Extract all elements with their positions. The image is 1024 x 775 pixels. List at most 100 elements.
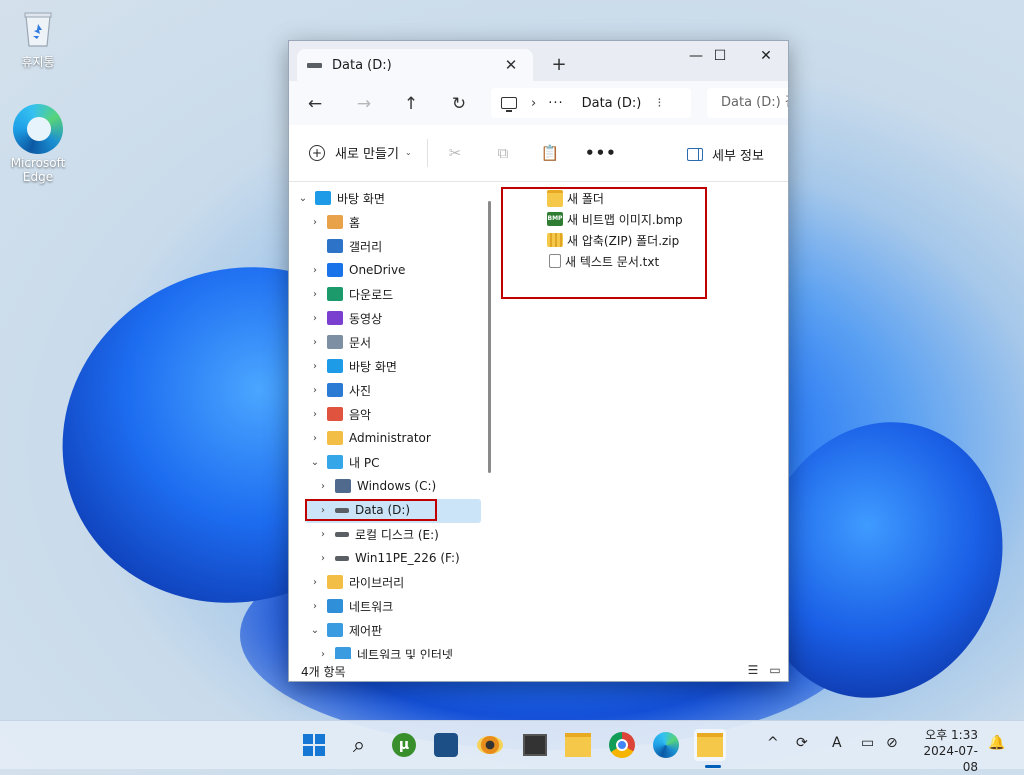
tree-item-label: 홈 — [349, 215, 361, 230]
chevron-icon[interactable]: › — [309, 577, 321, 588]
tab-close-icon[interactable]: ✕ — [499, 56, 523, 74]
nav-tree-item[interactable]: › 홈 — [309, 211, 360, 233]
chevron-icon[interactable]: › — [309, 289, 321, 300]
nav-tree-item[interactable]: › 라이브러리 — [309, 571, 404, 593]
chevron-icon[interactable]: › — [317, 553, 329, 564]
nav-tree-item[interactable]: › Administrator — [309, 427, 431, 449]
nav-tree-item[interactable]: › 네트워크 — [309, 595, 393, 617]
tray-display-icon[interactable]: ▭ — [861, 735, 874, 751]
breadcrumb-location[interactable]: Data (D:) — [582, 96, 642, 111]
taskbar-folder-icon[interactable] — [562, 729, 594, 761]
chevron-icon[interactable]: › — [309, 361, 321, 372]
new-button-label: 새로 만들기 — [335, 147, 399, 162]
paste-icon[interactable]: 📋 — [540, 143, 560, 163]
tab-data-drive[interactable]: Data (D:) ✕ — [297, 49, 533, 81]
taskbar-mpc-icon[interactable] — [519, 729, 551, 761]
address-bar[interactable]: › ··· Data (D:) ⁝ — [491, 88, 691, 118]
nav-tree-item[interactable]: ⌄ 바탕 화면 — [297, 187, 385, 209]
breadcrumb-more-icon[interactable]: ⁝ — [657, 96, 661, 111]
breadcrumb-separator: › — [531, 95, 537, 111]
chevron-icon[interactable]: › — [309, 385, 321, 396]
list-view-icon[interactable]: ☰ — [746, 663, 760, 677]
taskbar-edge-icon[interactable] — [650, 729, 682, 761]
chevron-icon[interactable]: › — [309, 601, 321, 612]
copy-icon[interactable]: ⧉ — [493, 143, 513, 163]
details-button[interactable]: 세부 정보 — [687, 145, 764, 164]
more-options-icon[interactable]: ••• — [585, 143, 616, 163]
maximize-button[interactable]: ☐ — [697, 41, 743, 71]
chevron-icon[interactable]: › — [317, 481, 329, 492]
refresh-button[interactable]: ↻ — [446, 91, 472, 117]
tree-item-label: Win11PE_226 (F:) — [355, 551, 460, 565]
forward-button[interactable]: → — [351, 91, 377, 117]
title-bar: Data (D:) ✕ + — ☐ ✕ — [289, 41, 788, 81]
chevron-icon[interactable]: › — [317, 649, 329, 660]
notification-bell-icon[interactable]: 🔔 — [988, 735, 1005, 751]
nav-tree-item[interactable]: ⌄ 내 PC — [309, 451, 379, 473]
nav-tree-item[interactable]: › 음악 — [309, 403, 371, 425]
chevron-icon[interactable]: ⌄ — [309, 457, 321, 468]
nav-tree-item[interactable]: › 동영상 — [309, 307, 382, 329]
tab-title: Data (D:) — [332, 57, 392, 73]
cut-icon[interactable]: ✂ — [445, 143, 465, 163]
desktop-icon-recycle-bin[interactable]: 휴지통 — [8, 8, 68, 70]
close-button[interactable]: ✕ — [743, 41, 788, 71]
back-button[interactable]: ← — [302, 91, 328, 117]
chevron-icon[interactable]: › — [309, 265, 321, 276]
tree-item-icon — [327, 455, 343, 469]
chevron-icon[interactable]: › — [317, 529, 329, 540]
tray-network-icon[interactable]: ⊘ — [886, 735, 898, 751]
start-button[interactable] — [298, 729, 330, 761]
tree-item-icon — [327, 575, 343, 589]
new-tab-button[interactable]: + — [547, 53, 571, 77]
tree-item-label: 로컬 디스크 (E:) — [355, 527, 439, 542]
desktop-icon-label: Microsoft Edge — [10, 156, 66, 184]
search-input[interactable]: Data (D:) 검색 — [707, 88, 788, 118]
nav-tree-item[interactable]: › Win11PE_226 (F:) — [317, 547, 460, 569]
desktop-icon-edge[interactable]: Microsoft Edge — [8, 104, 68, 184]
nav-tree-item[interactable]: › 바탕 화면 — [309, 355, 397, 377]
chevron-icon[interactable]: › — [309, 217, 321, 228]
nav-tree-item[interactable]: › 로컬 디스크 (E:) — [317, 523, 439, 545]
nav-tree-item[interactable]: › 사진 — [309, 379, 371, 401]
item-count: 4개 항목 — [301, 665, 346, 679]
tree-item-label: 동영상 — [349, 311, 383, 326]
tray-overflow-icon[interactable]: ^ — [767, 735, 779, 751]
tree-item-label: OneDrive — [349, 263, 406, 277]
nav-tree-item[interactable]: › 다운로드 — [309, 283, 393, 305]
chevron-icon[interactable]: ⌄ — [297, 193, 309, 204]
tree-item-label: 라이브러리 — [349, 575, 405, 590]
toolbar-divider — [427, 139, 428, 167]
taskbar-chrome-icon[interactable] — [606, 729, 638, 761]
nav-tree-item[interactable]: › 문서 — [309, 331, 371, 353]
nav-tree-item[interactable]: 갤러리 — [309, 235, 382, 257]
chevron-icon[interactable]: ⌄ — [309, 625, 321, 636]
tray-sync-icon[interactable]: ⟳ — [796, 735, 808, 751]
tree-item-icon — [327, 359, 343, 373]
nav-tree-item[interactable]: ⌄ 제어판 — [309, 619, 382, 641]
chevron-icon[interactable]: › — [309, 433, 321, 444]
taskbar-eye-app-icon[interactable] — [474, 729, 506, 761]
clock-time: 오후 1:33 — [925, 728, 978, 742]
taskbar-file-explorer-icon[interactable] — [694, 729, 726, 761]
ime-indicator[interactable]: A — [832, 735, 842, 751]
tree-item-label: 바탕 화면 — [337, 191, 385, 206]
chevron-icon[interactable]: › — [309, 313, 321, 324]
up-button[interactable]: ↑ — [398, 91, 424, 117]
taskbar-utorrent-icon[interactable]: µ — [388, 729, 420, 761]
tile-view-icon[interactable]: ▭ — [768, 663, 782, 677]
drive-icon — [307, 62, 322, 68]
tree-item-label: 다운로드 — [349, 287, 394, 302]
breadcrumb-overflow[interactable]: ··· — [548, 96, 563, 111]
nav-pane-scrollbar[interactable] — [488, 201, 491, 473]
taskbar-app-icon[interactable] — [430, 729, 462, 761]
nav-tree-item[interactable]: › OneDrive — [309, 259, 405, 281]
chevron-icon[interactable]: › — [309, 409, 321, 420]
chevron-icon[interactable]: › — [309, 337, 321, 348]
tree-item-icon — [335, 531, 349, 537]
taskbar-search-icon[interactable]: ⌕ — [343, 729, 375, 761]
nav-tree-item[interactable]: › Windows (C:) — [317, 475, 436, 497]
tree-item-icon — [335, 479, 351, 493]
tree-item-label: Windows (C:) — [357, 479, 437, 493]
new-button[interactable]: + 새로 만들기 ⌄ — [309, 143, 412, 162]
